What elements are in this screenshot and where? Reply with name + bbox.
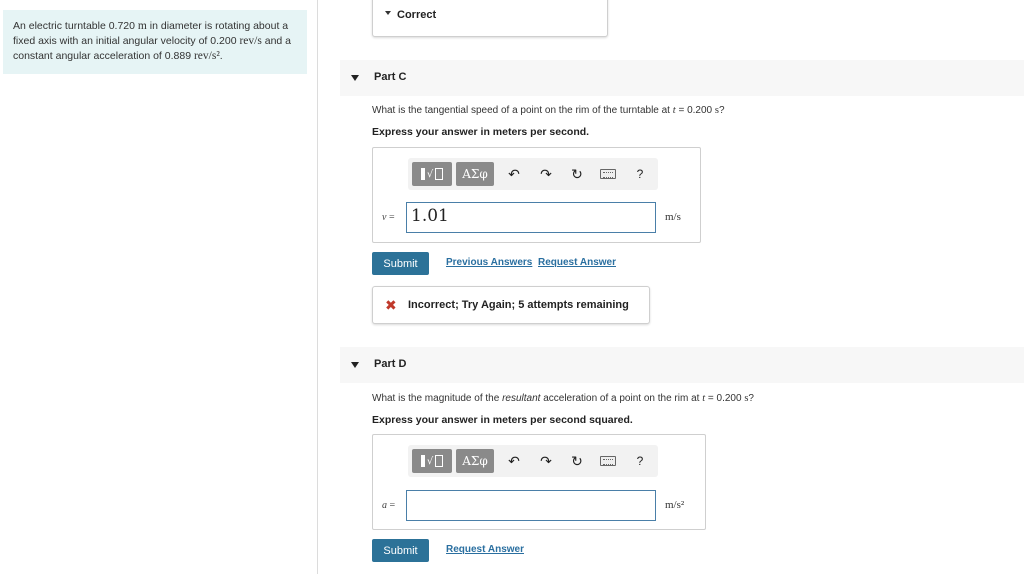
answer-variable-label: a = bbox=[382, 500, 395, 511]
sqrt-template-icon: √ bbox=[426, 455, 434, 467]
submit-button[interactable]: Submit bbox=[372, 252, 429, 275]
answer-variable-label: v = bbox=[382, 212, 395, 223]
answer-input[interactable] bbox=[406, 490, 656, 521]
greek-symbols-button[interactable]: ΑΣφ bbox=[456, 449, 494, 473]
equals-sign: = bbox=[387, 500, 396, 511]
part-d-instruction: Express your answer in meters per second… bbox=[372, 414, 633, 426]
math-toolbar: √ ΑΣφ ↶ ↷ ↻ ? bbox=[408, 158, 658, 190]
fraction-template-icon bbox=[435, 455, 444, 467]
question-text: acceleration of a point on the rim at bbox=[540, 393, 703, 404]
keyboard-icon[interactable] bbox=[600, 456, 616, 466]
reset-icon[interactable]: ↻ bbox=[569, 453, 585, 469]
greek-symbols-button[interactable]: ΑΣφ bbox=[456, 162, 494, 186]
templates-button[interactable]: √ bbox=[412, 449, 452, 473]
answer-unit: m/s bbox=[665, 211, 681, 223]
part-c-header[interactable]: Part C bbox=[340, 60, 1024, 96]
column-divider bbox=[317, 0, 318, 574]
submit-button[interactable]: Submit bbox=[372, 539, 429, 562]
previous-answers-link[interactable]: Previous Answers bbox=[446, 257, 532, 268]
answer-unit: m/s² bbox=[665, 499, 685, 511]
question-text: What is the tangential speed of a point … bbox=[372, 105, 673, 116]
equals-sign: = bbox=[386, 212, 395, 223]
problem-text-1: An electric turntable 0.720 bbox=[13, 20, 138, 32]
answer-input[interactable]: 1.01 bbox=[406, 202, 656, 233]
reset-icon[interactable]: ↻ bbox=[569, 166, 585, 182]
chevron-down-icon bbox=[385, 11, 391, 15]
question-text: ? bbox=[748, 393, 754, 404]
question-text: = 0.200 bbox=[675, 105, 715, 116]
part-d-title: Part D bbox=[374, 358, 407, 370]
question-text: ? bbox=[718, 105, 725, 116]
feedback-message: ✖ Incorrect; Try Again; 5 attempts remai… bbox=[372, 286, 650, 324]
undo-icon[interactable]: ↶ bbox=[506, 453, 522, 469]
math-toolbar: √ ΑΣφ ↶ ↷ ↻ ? bbox=[408, 445, 658, 477]
question-text: = 0.200 bbox=[705, 393, 745, 404]
part-d-answer-box: √ ΑΣφ ↶ ↷ ↻ ? a = m/s² bbox=[372, 434, 706, 530]
unit-rev-per-s2: rev/s² bbox=[193, 50, 220, 62]
error-icon: ✖ bbox=[385, 297, 397, 313]
redo-icon[interactable]: ↷ bbox=[538, 453, 554, 469]
previous-part-status[interactable]: Correct bbox=[372, 0, 608, 37]
help-button[interactable]: ? bbox=[632, 453, 648, 469]
question-text: What is the magnitude of the bbox=[372, 393, 503, 404]
part-c-title: Part C bbox=[374, 71, 407, 83]
help-button[interactable]: ? bbox=[632, 166, 648, 182]
part-d-header[interactable]: Part D bbox=[340, 347, 1024, 383]
sqrt-template-icon: √ bbox=[426, 168, 434, 180]
fraction-template-icon bbox=[435, 168, 444, 180]
request-answer-link[interactable]: Request Answer bbox=[538, 257, 616, 268]
collapse-triangle-icon[interactable] bbox=[351, 75, 359, 81]
part-d-question: What is the magnitude of the resultant a… bbox=[372, 393, 754, 404]
unit-meters: m bbox=[137, 20, 147, 32]
problem-text-4: . bbox=[219, 50, 223, 62]
templates-button[interactable]: √ bbox=[412, 162, 452, 186]
request-answer-link[interactable]: Request Answer bbox=[446, 544, 524, 555]
redo-icon[interactable]: ↷ bbox=[538, 166, 554, 182]
collapse-triangle-icon[interactable] bbox=[351, 362, 359, 368]
part-c-instruction: Express your answer in meters per second… bbox=[372, 126, 590, 138]
part-c-question: What is the tangential speed of a point … bbox=[372, 105, 725, 116]
keyboard-icon[interactable] bbox=[600, 169, 616, 179]
unit-rev-per-s: rev/s bbox=[239, 35, 262, 47]
problem-statement: An electric turntable 0.720 m in diamete… bbox=[3, 10, 307, 74]
part-c-answer-box: √ ΑΣφ ↶ ↷ ↻ ? v = 1.01 m/s bbox=[372, 147, 701, 243]
feedback-text: Incorrect; Try Again; 5 attempts remaini… bbox=[408, 299, 629, 311]
question-emphasis: resultant bbox=[502, 393, 541, 404]
previous-part-label: Correct bbox=[397, 9, 437, 21]
undo-icon[interactable]: ↶ bbox=[506, 166, 522, 182]
